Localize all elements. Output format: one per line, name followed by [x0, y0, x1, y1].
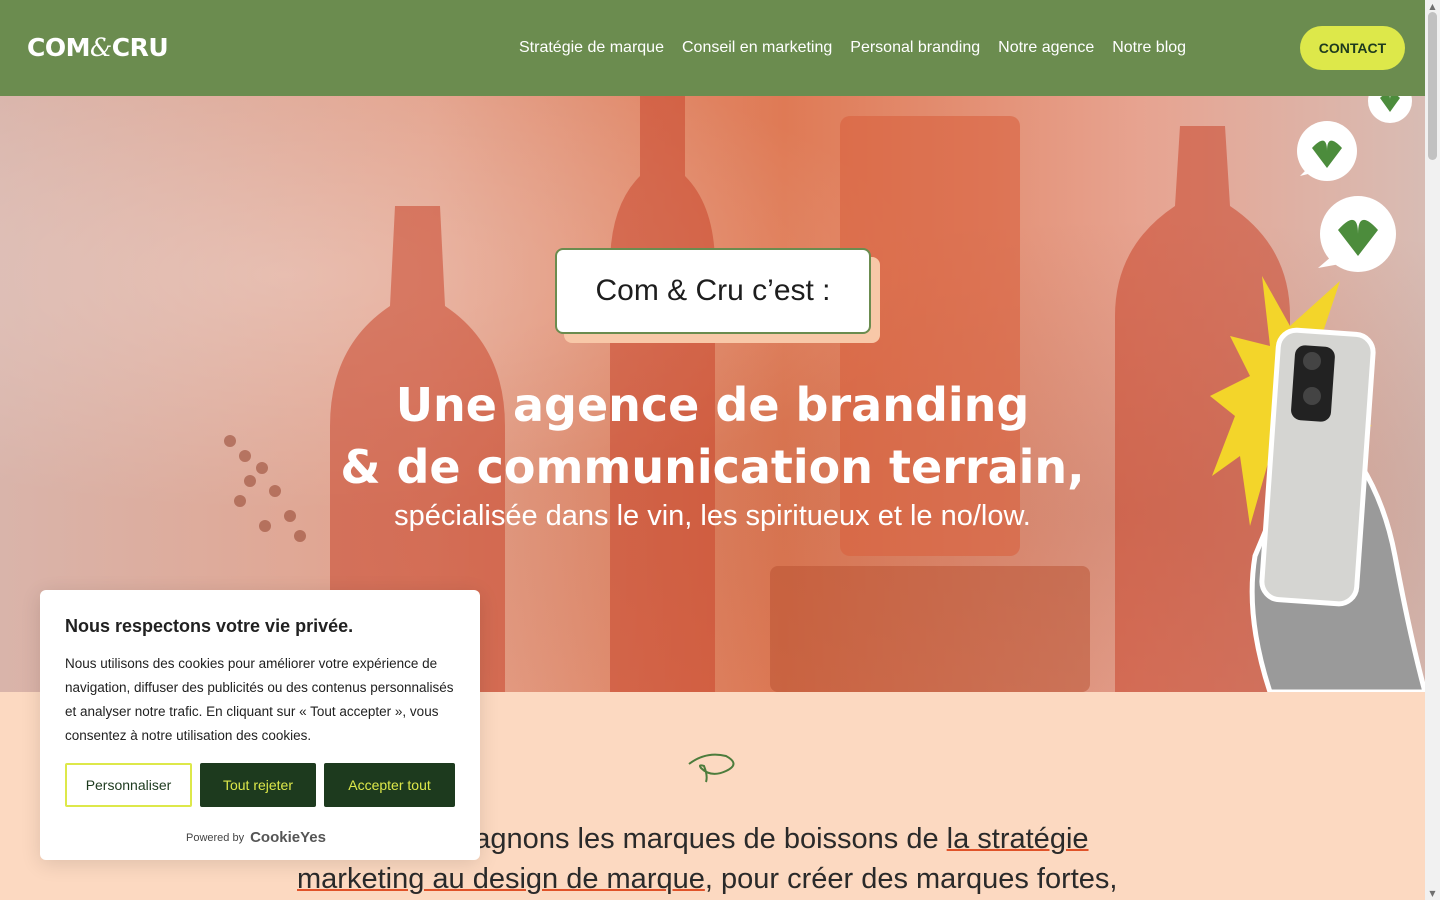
heart-bubble-icon	[1368, 96, 1412, 123]
heart-bubble-icon	[1297, 121, 1357, 181]
log-illustration	[770, 566, 1090, 692]
site-header: COM&CRU Stratégie de marque Conseil en m…	[0, 0, 1425, 96]
cookie-consent-banner: Nous respectons votre vie privée. Nous u…	[40, 590, 480, 860]
hero-tag-text: Com & Cru c’est :	[595, 274, 831, 307]
site-logo[interactable]: COM&CRU	[27, 33, 169, 63]
main-nav: Stratégie de marque Conseil en marketing…	[519, 37, 1186, 59]
scroll-down-icon[interactable]: ▼	[1428, 889, 1437, 898]
cookie-reject-button[interactable]: Tout rejeter	[200, 763, 316, 807]
nav-conseil-en-marketing[interactable]: Conseil en marketing	[682, 37, 832, 59]
intro-text-after: , pour créer des marques fortes,	[704, 863, 1118, 895]
scroll-thumb[interactable]	[1428, 12, 1437, 160]
cookie-body: Nous utilisons des cookies pour améliore…	[65, 656, 454, 743]
hero-tag-box: Com & Cru c’est :	[555, 248, 871, 334]
cookie-title: Nous respectons votre vie privée.	[65, 616, 354, 636]
hero-subtitle: spécialisée dans le vin, les spiritueux …	[394, 500, 1031, 532]
contact-button[interactable]: CONTACT	[1300, 26, 1405, 70]
swirl-icon	[688, 753, 735, 783]
hero-title-line1: Une agence de branding	[395, 378, 1030, 432]
heart-bubble-icon	[1318, 196, 1396, 272]
cookieyes-logo[interactable]: CookieYes	[250, 829, 326, 846]
powered-by-label: Powered by	[186, 831, 245, 844]
page-scrollbar[interactable]: ▲ ▼	[1425, 0, 1440, 900]
cookie-accept-button[interactable]: Accepter tout	[324, 763, 455, 807]
scroll-up-icon[interactable]: ▲	[1428, 2, 1437, 11]
logo-text-left: COM	[27, 33, 90, 62]
nav-notre-blog[interactable]: Notre blog	[1112, 37, 1186, 59]
nav-strategie-de-marque[interactable]: Stratégie de marque	[519, 37, 664, 59]
cookie-powered-by: Powered by CookieYes	[186, 829, 326, 846]
hero-title-line2: & de communication terrain,	[340, 440, 1085, 494]
logo-ampersand: &	[89, 33, 112, 62]
nav-personal-branding[interactable]: Personal branding	[850, 37, 980, 59]
nav-notre-agence[interactable]: Notre agence	[998, 37, 1094, 59]
logo-text-right: CRU	[111, 33, 169, 62]
cookie-customize-button[interactable]: Personnaliser	[65, 763, 192, 807]
